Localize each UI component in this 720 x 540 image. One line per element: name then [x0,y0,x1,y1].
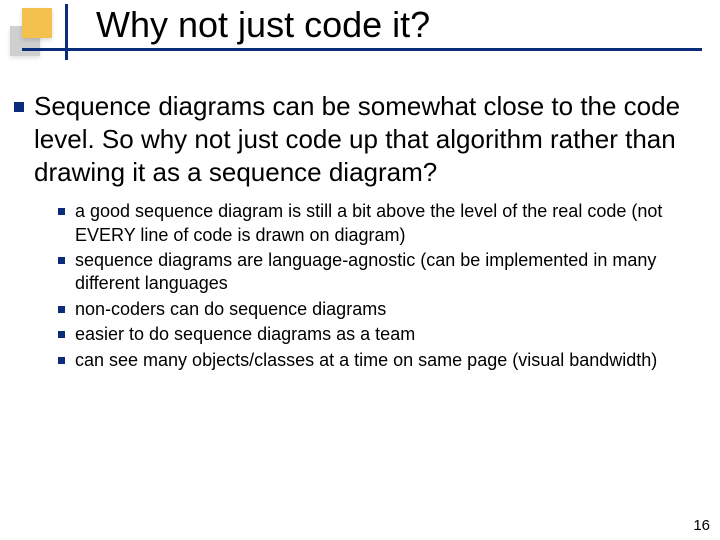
square-bullet-icon [58,357,65,364]
sub-bullet-text: easier to do sequence diagrams as a team [75,323,415,346]
ornament-line-vertical [65,4,68,60]
list-item: sequence diagrams are language-agnostic … [58,249,702,296]
square-bullet-icon [58,257,65,264]
sub-bullet-text: can see many objects/classes at a time o… [75,349,657,372]
square-bullet-icon [58,208,65,215]
sub-bullet-text: non-coders can do sequence diagrams [75,298,386,321]
list-item: can see many objects/classes at a time o… [58,349,702,372]
ornament-square-gray [10,26,40,56]
square-bullet-icon [14,102,24,112]
sub-bullet-text: sequence diagrams are language-agnostic … [75,249,702,296]
slide: Why not just code it? Sequence diagrams … [0,0,720,540]
slide-title: Why not just code it? [96,4,430,46]
list-item: a good sequence diagram is still a bit a… [58,200,702,247]
sub-list: a good sequence diagram is still a bit a… [58,200,702,372]
list-item: non-coders can do sequence diagrams [58,298,702,321]
ornament-square-gold [22,8,52,38]
page-number: 16 [693,517,710,534]
square-bullet-icon [58,331,65,338]
sub-bullet-text: a good sequence diagram is still a bit a… [75,200,702,247]
title-underline [22,48,702,51]
list-item: Sequence diagrams can be somewhat close … [14,90,702,188]
main-paragraph: Sequence diagrams can be somewhat close … [34,90,702,188]
square-bullet-icon [58,306,65,313]
list-item: easier to do sequence diagrams as a team [58,323,702,346]
slide-body: Sequence diagrams can be somewhat close … [14,90,702,374]
corner-ornament [10,8,78,58]
